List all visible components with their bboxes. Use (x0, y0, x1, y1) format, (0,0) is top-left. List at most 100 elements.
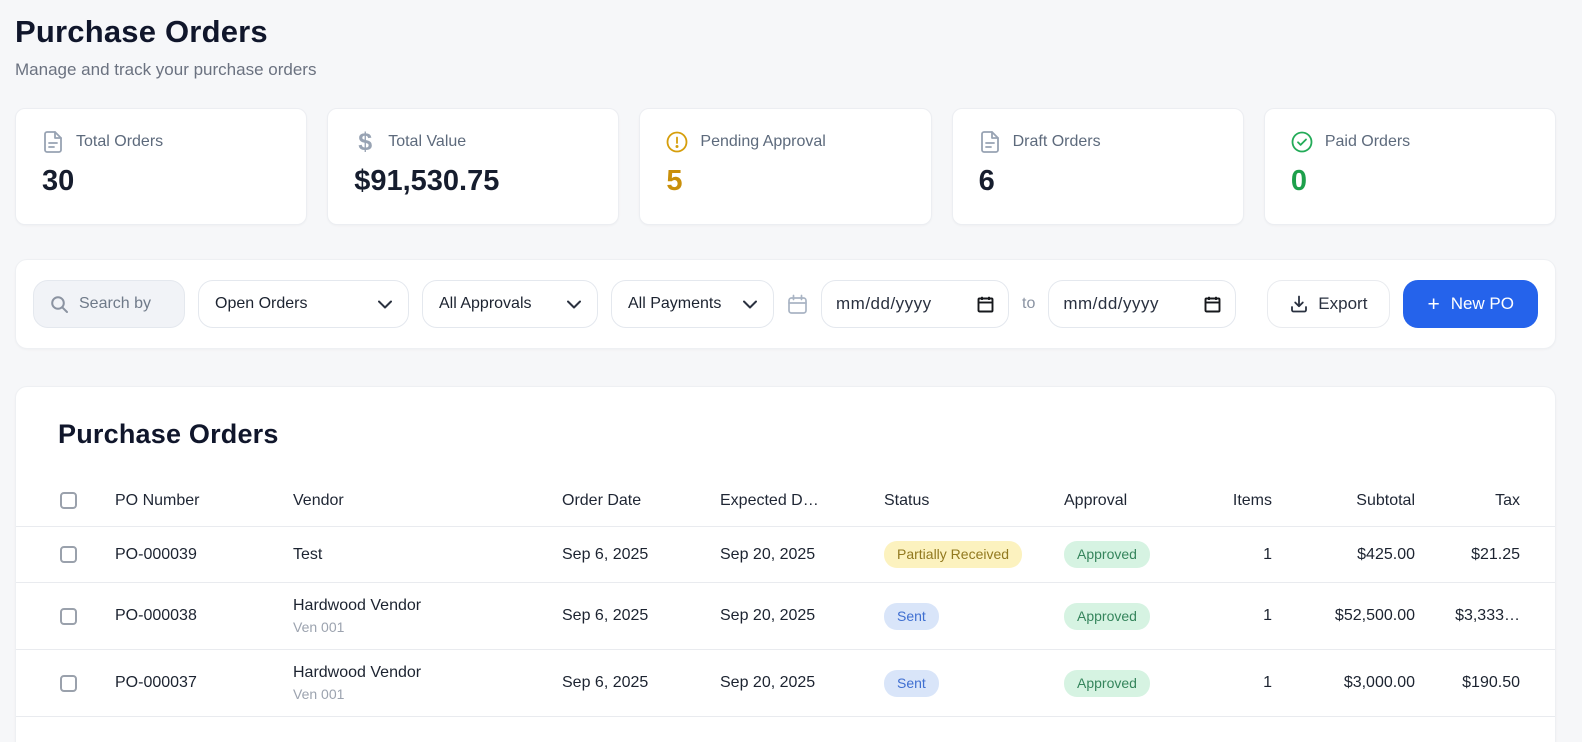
tax-cell: $21.25 (1415, 525, 1555, 583)
stat-value: 0 (1290, 165, 1307, 197)
date-range-separator: to (1022, 295, 1036, 312)
items-cell: 1 (1214, 582, 1272, 650)
po-number-cell: PO-000038 (115, 582, 293, 650)
export-label: Export (1318, 294, 1368, 313)
purchase-orders-card: Purchase Orders PO Number Vendor Order D… (15, 386, 1556, 742)
column-header-order-date: Order Date (562, 492, 642, 509)
stat-value: 30 (42, 165, 75, 197)
stat-card-total-orders: Total Orders 30 (15, 108, 308, 225)
purchase-orders-page: Purchase Orders Manage and track your pu… (0, 0, 1582, 742)
date-picker-icon[interactable] (977, 296, 994, 313)
chevron-down-icon (378, 300, 392, 309)
date-to-input[interactable]: mm/dd/yyyy (1048, 280, 1237, 328)
status-badge: Sent (884, 602, 939, 631)
purchase-orders-table: PO Number Vendor Order Date Expected D… … (16, 478, 1555, 718)
date-from-placeholder: mm/dd/yyyy (836, 294, 932, 313)
vendor-name: Hardwood Vendor (293, 664, 422, 682)
column-header-expected-date: Expected D… (720, 492, 819, 509)
stat-card-draft-orders: Draft Orders 6 (951, 108, 1244, 225)
column-header-po-number: PO Number (115, 492, 200, 509)
stat-label: Draft Orders (1012, 133, 1101, 150)
expected-date-cell: Sep 20, 2025 (720, 582, 884, 650)
items-cell: 1 (1214, 649, 1272, 717)
stat-label: Pending Approval (700, 133, 826, 150)
calendar-icon (787, 294, 808, 315)
subtotal-cell: $52,500.00 (1272, 582, 1415, 650)
filter-bar: Search by Open Orders All Approvals All … (15, 259, 1556, 349)
order-status-select[interactable]: Open Orders (198, 280, 409, 328)
order-date-cell: Sep 6, 2025 (562, 525, 720, 583)
chevron-down-icon (743, 300, 757, 309)
stat-label: Paid Orders (1324, 133, 1411, 150)
chevron-down-icon (567, 300, 581, 309)
vendor-code: Ven 001 (293, 619, 345, 636)
stat-card-total-value: $ Total Value $91,530.75 (327, 108, 620, 225)
tax-cell: $3,333… (1415, 582, 1555, 650)
row-checkbox[interactable] (60, 545, 77, 563)
search-input[interactable]: Search by (33, 280, 185, 328)
column-header-subtotal: Subtotal (1356, 492, 1415, 509)
payment-filter-value: All Payments (628, 295, 722, 312)
vendor-name: Test (293, 545, 323, 563)
order-date-cell: Sep 6, 2025 (562, 582, 720, 650)
status-badge: Sent (884, 669, 939, 698)
approval-filter-value: All Approvals (439, 295, 532, 312)
order-date-cell: Sep 6, 2025 (562, 649, 720, 717)
download-icon (1290, 295, 1308, 313)
expected-date-cell: Sep 20, 2025 (720, 525, 884, 583)
approval-badge: Approved (1064, 602, 1150, 631)
approval-filter-select[interactable]: All Approvals (422, 280, 598, 328)
expected-date-cell: Sep 20, 2025 (720, 649, 884, 717)
po-number-cell: PO-000039 (115, 525, 293, 583)
approval-badge: Approved (1064, 541, 1150, 569)
stats-row: Total Orders 30 $ Total Value $91,530.75… (15, 108, 1557, 225)
select-all-checkbox[interactable] (60, 492, 77, 510)
vendor-name: Hardwood Vendor (293, 597, 422, 615)
column-header-tax: Tax (1495, 492, 1520, 509)
vendor-code: Ven 001 (293, 686, 345, 703)
status-badge: Partially Received (884, 541, 1023, 569)
new-po-button[interactable]: + New PO (1403, 280, 1538, 328)
alert-circle-icon (666, 131, 688, 153)
table-title: Purchase Orders (58, 419, 279, 449)
date-from-input[interactable]: mm/dd/yyyy (821, 280, 1009, 328)
tax-cell: $190.50 (1415, 649, 1555, 717)
row-checkbox[interactable] (60, 607, 77, 625)
column-header-items: Items (1232, 492, 1272, 509)
subtotal-cell: $3,000.00 (1272, 649, 1415, 717)
order-status-value: Open Orders (215, 295, 308, 312)
payment-filter-select[interactable]: All Payments (611, 280, 774, 328)
table-row[interactable]: PO-000037 Hardwood Vendor Ven 001 Sep 6,… (16, 649, 1555, 717)
stat-card-pending-approval: Pending Approval 5 (639, 108, 932, 225)
table-header-row: PO Number Vendor Order Date Expected D… … (16, 478, 1555, 527)
row-checkbox[interactable] (60, 674, 77, 692)
dollar-icon: $ (358, 127, 373, 156)
table-row[interactable]: PO-000038 Hardwood Vendor Ven 001 Sep 6,… (16, 582, 1555, 650)
check-circle-icon (1291, 131, 1313, 153)
approval-badge: Approved (1064, 669, 1150, 698)
stat-value: 5 (666, 165, 683, 197)
stat-value: $91,530.75 (354, 165, 500, 197)
po-number-cell: PO-000037 (115, 649, 293, 717)
date-picker-icon[interactable] (1204, 296, 1221, 313)
document-icon (979, 131, 1001, 153)
plus-icon: + (1427, 292, 1440, 316)
search-icon (50, 295, 69, 314)
stat-value: 6 (978, 165, 995, 197)
document-icon (42, 131, 64, 153)
items-cell: 1 (1214, 525, 1272, 583)
export-button[interactable]: Export (1267, 280, 1391, 328)
page-title: Purchase Orders (15, 14, 268, 49)
stat-label: Total Orders (76, 133, 164, 150)
stat-label: Total Value (388, 133, 467, 150)
date-to-placeholder: mm/dd/yyyy (1063, 294, 1160, 313)
new-po-label: New PO (1450, 294, 1514, 313)
column-header-vendor: Vendor (293, 492, 344, 509)
search-placeholder: Search by (79, 295, 152, 312)
page-subtitle: Manage and track your purchase orders (15, 60, 317, 79)
column-header-approval: Approval (1064, 492, 1128, 509)
subtotal-cell: $425.00 (1272, 525, 1415, 583)
column-header-status: Status (884, 492, 930, 509)
stat-card-paid-orders: Paid Orders 0 (1263, 108, 1557, 225)
table-row[interactable]: PO-000039 Test Sep 6, 2025 Sep 20, 2025 … (16, 525, 1555, 583)
